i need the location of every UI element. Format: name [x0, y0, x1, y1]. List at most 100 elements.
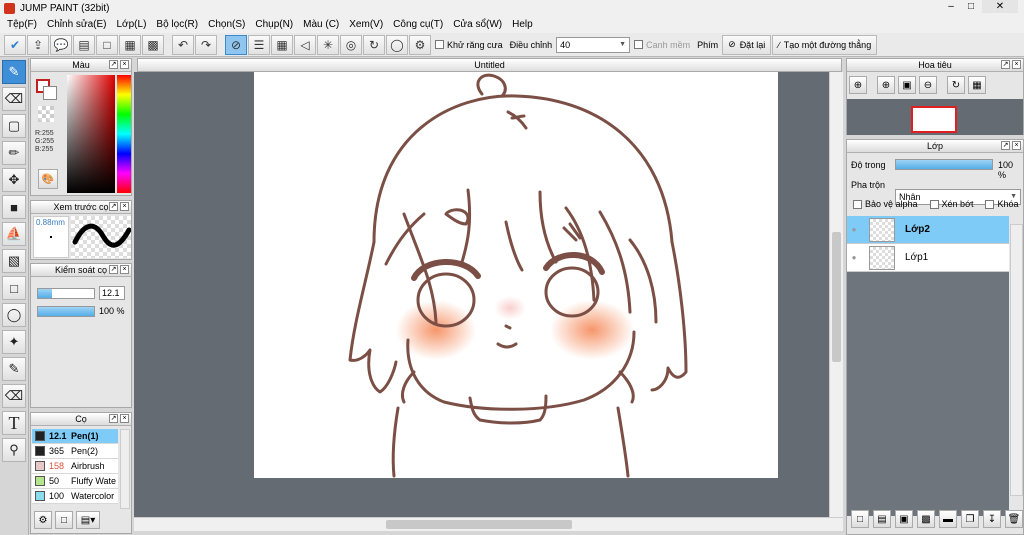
menu-capture[interactable]: Chụp(N): [250, 19, 298, 30]
perspective-icon[interactable]: ◁: [294, 34, 316, 55]
new-layer-1bit-icon[interactable]: ▣: [895, 510, 913, 528]
ruler-off-icon[interactable]: ⊘: [225, 34, 247, 55]
brush-opacity-slider[interactable]: [37, 306, 95, 317]
brush-item-watercolor[interactable]: 100 Watercolor: [32, 489, 118, 504]
comment-icon[interactable]: 💬: [50, 34, 72, 55]
panel-float-icon[interactable]: ↗: [109, 265, 118, 274]
panel-close-icon[interactable]: ×: [1012, 141, 1021, 150]
menu-filter[interactable]: Bộ lọc(R): [151, 19, 203, 30]
brush-tool-icon[interactable]: ✎: [2, 60, 26, 84]
message-icon[interactable]: ▤: [73, 34, 95, 55]
settings-panel-icon[interactable]: ▩: [142, 34, 164, 55]
lock-checkbox[interactable]: [985, 200, 995, 210]
visibility-icon[interactable]: ●: [847, 216, 861, 244]
minimize-button[interactable]: –: [942, 0, 960, 13]
layer-opacity-slider[interactable]: [895, 159, 993, 170]
zoom-fit-icon[interactable]: ⊕: [849, 76, 867, 94]
adjust-dropdown[interactable]: 40 ▼: [556, 36, 631, 53]
panel-close-icon[interactable]: ×: [120, 60, 129, 69]
menu-file[interactable]: Tệp(F): [2, 19, 42, 30]
new-brush-icon[interactable]: □: [55, 511, 73, 529]
grid-ruler-icon[interactable]: ▦: [271, 34, 293, 55]
magic-wand-icon[interactable]: ✦: [2, 330, 26, 354]
straight-line-button[interactable]: ∕ Tạo một đường thẳng: [772, 34, 878, 55]
menu-help[interactable]: Help: [507, 19, 538, 30]
brush-list-scrollbar[interactable]: [120, 429, 130, 509]
parallel-lines-icon[interactable]: ☰: [248, 34, 270, 55]
antialias-checkbox[interactable]: [435, 40, 444, 49]
transparent-color-swatch[interactable]: [38, 106, 54, 122]
layers-icon[interactable]: ▦: [119, 34, 141, 55]
panel-float-icon[interactable]: ↗: [109, 202, 118, 211]
layer-item-1[interactable]: ● Lớp1: [847, 244, 1009, 272]
select-eraser-icon[interactable]: ⌫: [2, 384, 26, 408]
select-rect-icon[interactable]: □: [2, 276, 26, 300]
text-tool-icon[interactable]: T: [2, 411, 26, 435]
panel-close-icon[interactable]: ×: [120, 265, 129, 274]
brush-size-input[interactable]: 12.1: [99, 286, 125, 300]
eraser-tool-icon[interactable]: ⌫: [2, 87, 26, 111]
flip-icon[interactable]: ▦: [968, 76, 986, 94]
copy-layer-icon[interactable]: ❐: [961, 510, 979, 528]
zoom-in-icon[interactable]: ⊕: [877, 76, 895, 94]
horizontal-scroll-thumb[interactable]: [386, 520, 572, 529]
fill-rect-icon[interactable]: ■: [2, 195, 26, 219]
bucket-tool-icon[interactable]: ⛵: [2, 222, 26, 246]
navigator-preview[interactable]: [847, 99, 1023, 135]
brush-settings-icon[interactable]: ⚙: [34, 511, 52, 529]
maximize-button[interactable]: □: [962, 0, 980, 13]
canvas-horizontal-scrollbar[interactable]: [134, 517, 843, 531]
visibility-icon[interactable]: ●: [847, 244, 861, 272]
menu-window[interactable]: Cửa sổ(W): [448, 19, 507, 30]
protect-alpha-checkbox[interactable]: [853, 200, 862, 210]
document-tab[interactable]: Untitled: [137, 58, 842, 72]
menu-select[interactable]: Chọn(S): [203, 19, 250, 30]
new-folder-icon[interactable]: ▬: [939, 510, 957, 528]
export-icon[interactable]: ⇪: [27, 34, 49, 55]
check-icon[interactable]: ✔: [4, 34, 26, 55]
curve-ruler-icon[interactable]: ↻: [363, 34, 385, 55]
radial-lines-icon[interactable]: ✳: [317, 34, 339, 55]
panel-close-icon[interactable]: ×: [120, 414, 129, 423]
document-icon[interactable]: □: [96, 34, 118, 55]
layer-list-scrollbar[interactable]: [1010, 224, 1023, 496]
panel-float-icon[interactable]: ↗: [109, 60, 118, 69]
brush-item-pen2[interactable]: 365 Pen(2): [32, 444, 118, 459]
select-pen-icon[interactable]: ✎: [2, 357, 26, 381]
brush-menu-icon[interactable]: ▤▾: [76, 511, 100, 529]
panel-float-icon[interactable]: ↗: [1001, 60, 1010, 69]
palette-icon[interactable]: 🎨: [38, 169, 58, 189]
brush-size-slider[interactable]: [37, 288, 95, 299]
layer-item-2[interactable]: ● Lớp2: [847, 216, 1009, 244]
panel-float-icon[interactable]: ↗: [109, 414, 118, 423]
canvas-vertical-scrollbar[interactable]: [829, 72, 843, 517]
brush-item-fluffy-water[interactable]: 50 Fluffy Wate: [32, 474, 118, 489]
menu-tools[interactable]: Công cụ(T): [388, 19, 448, 30]
panel-float-icon[interactable]: ↗: [1001, 141, 1010, 150]
move-tool-icon[interactable]: ✥: [2, 168, 26, 192]
zoom-out-icon[interactable]: ⊖: [919, 76, 937, 94]
hue-slider[interactable]: [117, 75, 131, 193]
eyedropper-tool-icon[interactable]: ⚲: [2, 438, 26, 462]
color-picker-square[interactable]: [67, 75, 115, 193]
gradient-tool-icon[interactable]: ▧: [2, 249, 26, 273]
close-button[interactable]: ✕: [982, 0, 1018, 13]
vertical-scroll-thumb[interactable]: [832, 232, 841, 362]
rotate-icon[interactable]: ↻: [947, 76, 965, 94]
delete-layer-icon[interactable]: 🗑: [1005, 510, 1023, 528]
brush-item-pen1[interactable]: 12.1 Pen(1): [32, 429, 118, 444]
brush-item-airbrush[interactable]: 158 Airbrush: [32, 459, 118, 474]
ruler-settings-icon[interactable]: ⚙: [409, 34, 431, 55]
rectangle-select-icon[interactable]: ▢: [2, 114, 26, 138]
new-layer-text-icon[interactable]: ▤: [873, 510, 891, 528]
menu-edit[interactable]: Chỉnh sửa(E): [42, 19, 112, 30]
panel-close-icon[interactable]: ×: [120, 202, 129, 211]
menu-view[interactable]: Xem(V): [344, 19, 388, 30]
lasso-tool-icon[interactable]: ◯: [2, 303, 26, 327]
merge-down-icon[interactable]: ↧: [983, 510, 1001, 528]
undo-icon[interactable]: ↶: [172, 34, 194, 55]
menu-layer[interactable]: Lớp(L): [112, 19, 152, 30]
new-layer-icon[interactable]: □: [851, 510, 869, 528]
clip-checkbox[interactable]: [929, 200, 939, 210]
panel-close-icon[interactable]: ×: [1012, 60, 1021, 69]
